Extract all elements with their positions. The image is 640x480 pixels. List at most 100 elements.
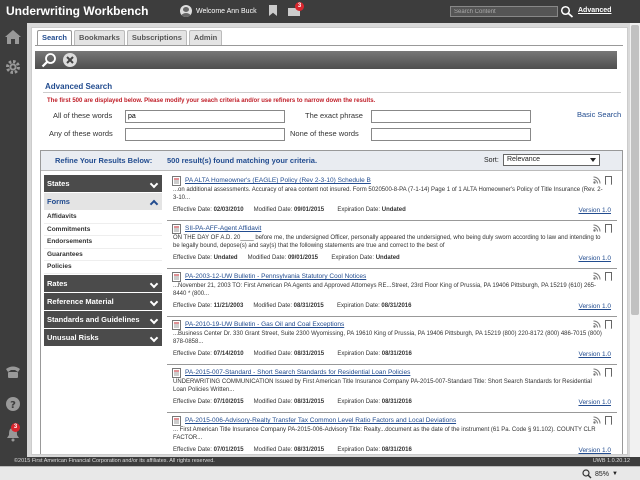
none-words-input[interactable]: [371, 128, 531, 141]
exact-phrase-input[interactable]: [371, 110, 531, 123]
facet-standards-guidelines[interactable]: Standards and Guidelines: [44, 310, 162, 328]
any-words-label: Any of these words: [49, 129, 113, 138]
facet-item-guarantees[interactable]: Guarantees: [44, 248, 162, 261]
phone-icon[interactable]: [4, 363, 22, 381]
home-icon[interactable]: [4, 28, 22, 46]
result-title-link[interactable]: PA ALTA Homeowner's (EAGLE) Policy (Rev …: [185, 177, 371, 184]
modified-date: 09/01/2015: [287, 255, 318, 261]
bookmark-icon[interactable]: [605, 368, 612, 377]
alerts-bell-icon[interactable]: 3: [4, 423, 22, 443]
user-avatar-icon: [180, 5, 192, 17]
result-row: PA-2015-007-Standard - Short Search Stan…: [167, 365, 617, 413]
result-snippet: ...Business Center Dr. 330 Grant Street,…: [173, 331, 602, 345]
facet-item-endorsements[interactable]: Endorsements: [44, 236, 162, 249]
result-snippet: ...November 21, 2003 TO: First American …: [173, 283, 597, 297]
section-divider: [43, 92, 621, 93]
expiration-label: Expiration Date:: [337, 303, 380, 309]
welcome-text: Welcome Ann Buck: [196, 7, 257, 15]
version-link[interactable]: Version 1.0: [578, 207, 611, 214]
refine-label: Refine Your Results Below:: [55, 156, 153, 165]
rss-icon[interactable]: [593, 320, 601, 328]
bookmark-icon[interactable]: [605, 320, 612, 329]
facet-label: Reference Material: [47, 296, 114, 306]
sort-label: Sort:: [484, 157, 499, 164]
tab-subscriptions[interactable]: Subscriptions: [126, 30, 187, 45]
advanced-search-link[interactable]: Advanced: [578, 7, 611, 14]
result-snippet: ... First American Title Insurance Compa…: [173, 427, 596, 441]
effective-label: Effective Date:: [173, 255, 212, 261]
result-title-link[interactable]: PA-2003-12-UW Bulletin - Pennsylvania St…: [185, 273, 366, 280]
facet-label: States: [47, 179, 70, 188]
document-icon: [172, 320, 181, 330]
bookmark-icon[interactable]: [605, 176, 612, 185]
result-meta: Effective Date: 07/10/2015 Modified Date…: [173, 399, 412, 405]
tab-search[interactable]: Search: [37, 30, 73, 45]
facet-states[interactable]: States: [44, 175, 162, 192]
basic-search-link[interactable]: Basic Search: [577, 110, 621, 119]
result-meta: Effective Date: 07/14/2010 Modified Date…: [173, 351, 412, 357]
result-row: SII-PA-AFF-Agent Affidavit ON THE DAY OF …: [167, 221, 617, 269]
tab-admin[interactable]: Admin: [188, 30, 223, 45]
alerts-badge: 3: [11, 423, 20, 432]
gear-icon[interactable]: [4, 58, 22, 76]
exact-phrase-label: The exact phrase: [305, 111, 363, 120]
rss-icon[interactable]: [593, 176, 601, 184]
main-content: Search Bookmarks Subscriptions Admin Adv…: [31, 27, 628, 455]
mail-icon[interactable]: 3: [287, 2, 304, 18]
result-row: PA-2010-19-UW Bulletin - Gas Oil and Coa…: [167, 317, 617, 365]
sort-select[interactable]: Relevance: [503, 154, 600, 166]
expiration-label: Expiration Date:: [337, 351, 381, 357]
facet-item-commitments[interactable]: Commitments: [44, 223, 162, 236]
version-link[interactable]: Version 1.0: [578, 255, 611, 262]
facet-rates[interactable]: Rates: [44, 274, 162, 292]
results-limit-warning: The first 500 are displayed below. Pleas…: [47, 98, 376, 104]
result-title-link[interactable]: PA-2015-006-Advisory-Realty Transfer Tax…: [185, 417, 456, 424]
page-scrollbar[interactable]: [630, 23, 640, 457]
search-icon[interactable]: [41, 52, 57, 68]
rss-icon[interactable]: [593, 224, 601, 232]
rss-icon[interactable]: [593, 368, 601, 376]
bookmark-icon[interactable]: [605, 224, 612, 233]
expiration-label: Expiration Date:: [337, 447, 381, 453]
copyright: ©2015 First American Financial Corporati…: [14, 458, 215, 464]
chevron-down-icon: [149, 179, 159, 189]
result-title-link[interactable]: SII-PA-AFF-Agent Affidavit: [185, 225, 261, 232]
result-row: PA-2015-006-Advisory-Realty Transfer Tax…: [167, 413, 617, 454]
modified-date: 08/31/2015: [294, 447, 325, 453]
footer: ©2015 First American Financial Corporati…: [0, 457, 640, 466]
help-icon[interactable]: ?: [4, 395, 22, 413]
tab-strip: Search Bookmarks Subscriptions Admin: [37, 30, 223, 45]
browser-status-bar: 85% ▼: [0, 466, 640, 480]
version-link[interactable]: Version 1.0: [578, 303, 611, 310]
facet-forms[interactable]: Forms: [44, 193, 162, 210]
result-title-link[interactable]: PA-2010-19-UW Bulletin - Gas Oil and Coa…: [185, 321, 344, 328]
modified-label: Modified Date:: [253, 303, 292, 309]
all-words-input[interactable]: [125, 110, 285, 123]
rss-icon[interactable]: [593, 416, 601, 424]
any-words-input[interactable]: [125, 128, 285, 141]
facet-reference-material[interactable]: Reference Material: [44, 292, 162, 310]
rss-icon[interactable]: [593, 272, 601, 280]
facet-unusual-risks[interactable]: Unusual Risks: [44, 328, 162, 346]
facet-item-policies[interactable]: Policies: [44, 261, 162, 274]
content-search-input[interactable]: [450, 6, 558, 17]
bookmark-icon[interactable]: [605, 416, 612, 425]
expiration-label: Expiration Date:: [337, 207, 381, 213]
version-link[interactable]: Version 1.0: [578, 447, 611, 454]
facet-item-affidavits[interactable]: Affidavits: [44, 211, 162, 224]
modified-label: Modified Date:: [253, 207, 293, 213]
result-title-link[interactable]: PA-2015-007-Standard - Short Search Stan…: [185, 369, 410, 376]
search-icon[interactable]: [560, 5, 574, 18]
bookmark-icon[interactable]: [605, 272, 612, 281]
scrollbar-thumb[interactable]: [631, 25, 639, 315]
zoom-control[interactable]: 85% ▼: [582, 469, 618, 479]
version-link[interactable]: Version 1.0: [578, 399, 611, 406]
bookmark-icon[interactable]: [266, 4, 280, 18]
version-link[interactable]: Version 1.0: [578, 351, 611, 358]
tab-bookmarks[interactable]: Bookmarks: [74, 30, 125, 45]
clear-icon[interactable]: [62, 52, 78, 68]
expiration-date: 08/31/2016: [381, 447, 412, 453]
app-version: UWB 1.0.20.12: [592, 458, 630, 464]
user-menu[interactable]: Welcome Ann Buck: [180, 3, 257, 19]
chevron-down-icon: [149, 315, 159, 324]
